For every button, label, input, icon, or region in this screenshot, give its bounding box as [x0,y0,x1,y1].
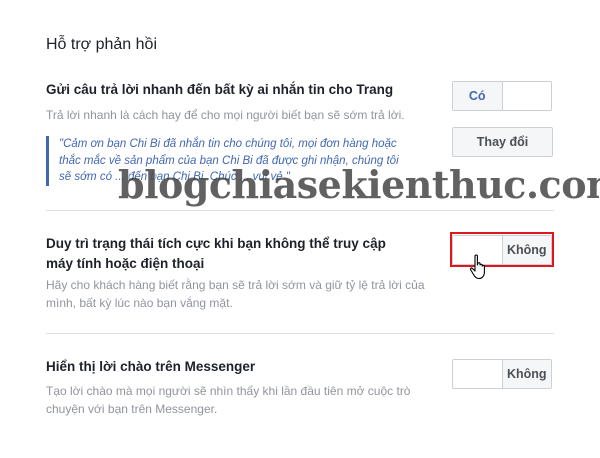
away-status-desc-line: Hãy cho khách hàng biết rằng bạn sẽ trả … [46,278,425,292]
highlight-box [450,232,554,267]
away-status-desc-line: mình, bất kỳ lúc nào bạn vắng mặt. [46,296,233,310]
instant-reply-title: Gửi câu trả lời nhanh đến bất kỳ ai nhắn… [46,82,394,97]
toggle-on-segment[interactable]: Có [453,82,503,110]
greeting-desc-line: Tạo lời chào mà mọi người sẽ nhìn thấy k… [46,384,411,398]
greeting-desc-line: chuyện với bạn trên Messenger. [46,402,218,416]
change-button[interactable]: Thay đổi [452,127,553,157]
instant-reply-toggle[interactable]: Có [452,81,552,111]
greeting-title: Hiển thị lời chào trên Messenger [46,359,256,374]
watermark: blogchiasekienthuc.com [118,162,600,207]
toggle-on-segment[interactable] [453,360,502,388]
instant-reply-description: Trả lời nhanh là cách hay để cho mọi ngư… [46,108,405,122]
section-title: Hỗ trợ phản hồi [46,36,157,53]
divider [46,210,554,211]
hand-cursor-icon [469,254,485,280]
away-status-title: Duy trì trạng thái tích cực khi bạn khôn… [46,234,386,274]
quote-line: "Cảm ơn bạn Chi Bi đã nhắn tin cho chúng… [59,138,397,150]
away-status-description: Hãy cho khách hàng biết rằng bạn sẽ trả … [46,276,425,312]
away-status-title-line: Duy trì trạng thái tích cực khi bạn khôn… [46,236,386,251]
away-status-title-line: máy tính hoặc điện thoại [46,256,205,271]
greeting-toggle[interactable]: Không [452,359,552,389]
greeting-description: Tạo lời chào mà mọi người sẽ nhìn thấy k… [46,382,410,418]
divider [46,333,554,334]
toggle-off-segment[interactable]: Không [501,360,551,388]
toggle-off-segment[interactable] [503,82,552,110]
